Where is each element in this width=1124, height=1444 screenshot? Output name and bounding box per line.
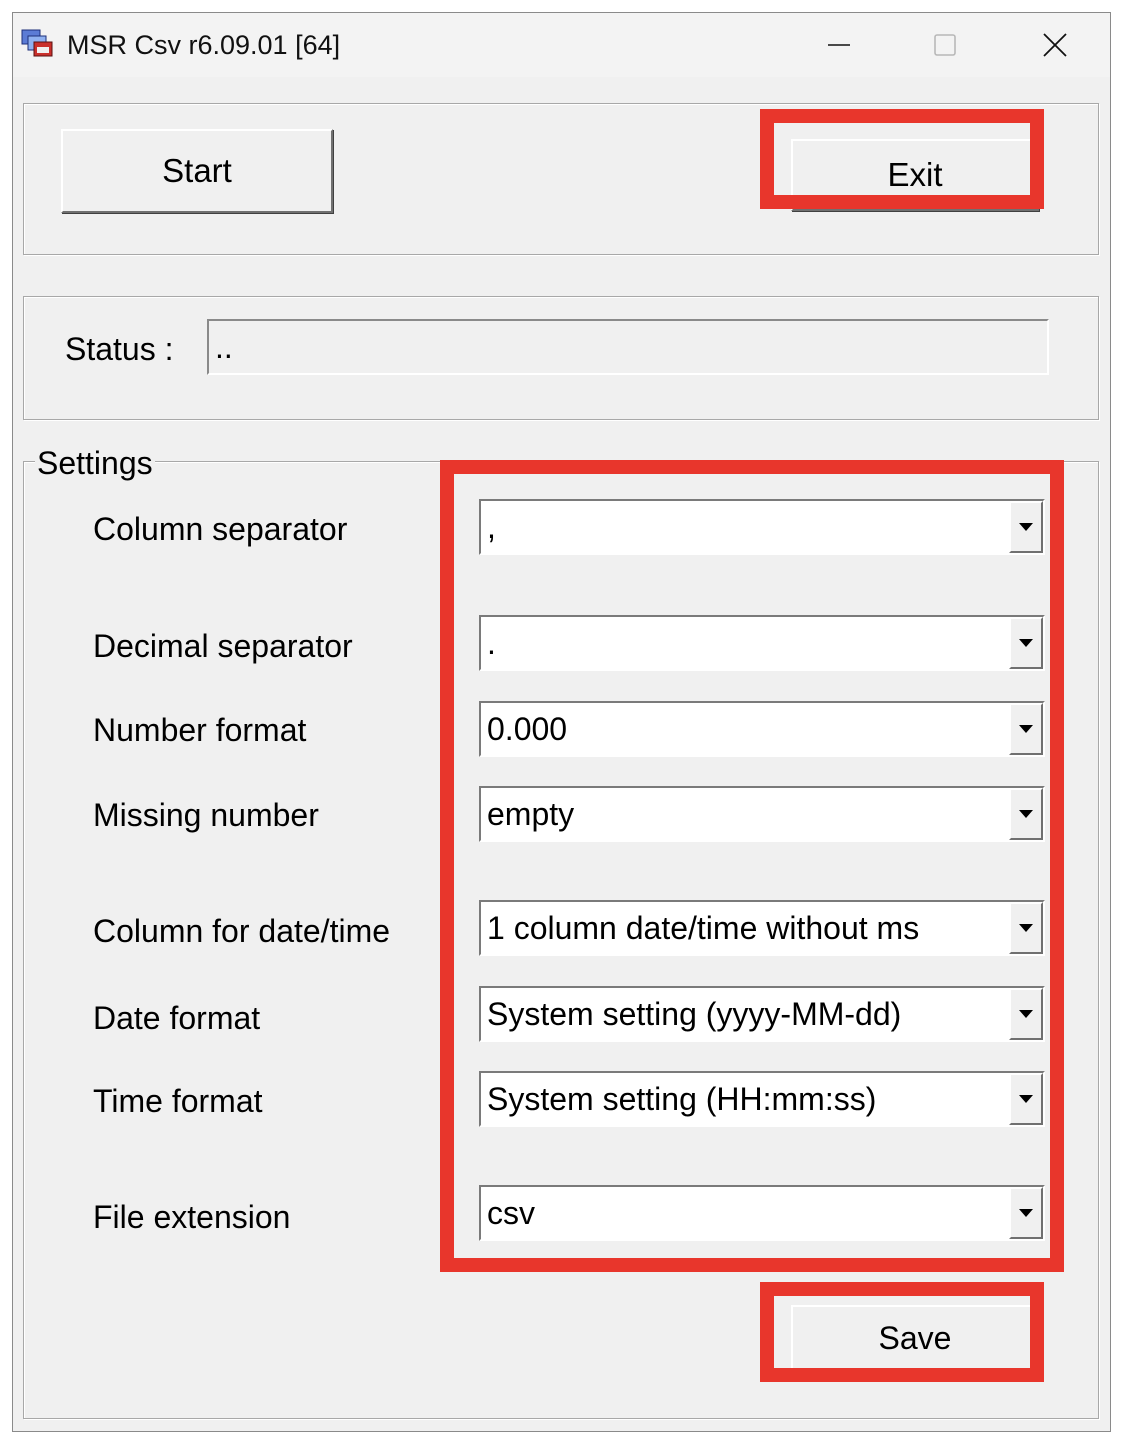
status-field: .. [207, 319, 1049, 375]
maximize-icon [934, 34, 956, 56]
date-format-label: Date format [93, 1000, 261, 1036]
status-label: Status : [65, 331, 174, 367]
start-button[interactable]: Start [61, 129, 333, 213]
title-bar[interactable]: MSR Csv r6.09.01 [64] [13, 13, 1110, 77]
time-format-label: Time format [93, 1083, 263, 1119]
settings-highlight-box [440, 460, 1064, 1272]
number-format-label: Number format [93, 712, 307, 748]
settings-legend: Settings [35, 445, 155, 482]
decimal-separator-label: Decimal separator [93, 628, 353, 664]
close-button[interactable] [1025, 23, 1085, 67]
file-extension-label: File extension [93, 1199, 291, 1235]
save-highlight-box [760, 1282, 1044, 1382]
minimize-button[interactable] [809, 23, 869, 67]
column-separator-label: Column separator [93, 511, 348, 547]
date-time-column-label: Column for date/time [93, 913, 391, 949]
window-title: MSR Csv r6.09.01 [64] [67, 30, 341, 60]
exit-highlight-box [760, 109, 1044, 209]
minimize-icon [828, 44, 850, 46]
start-button-label: Start [162, 152, 232, 189]
maximize-button[interactable] [915, 23, 975, 67]
app-icon [21, 29, 55, 61]
close-icon [1043, 33, 1067, 57]
missing-number-label: Missing number [93, 797, 319, 833]
